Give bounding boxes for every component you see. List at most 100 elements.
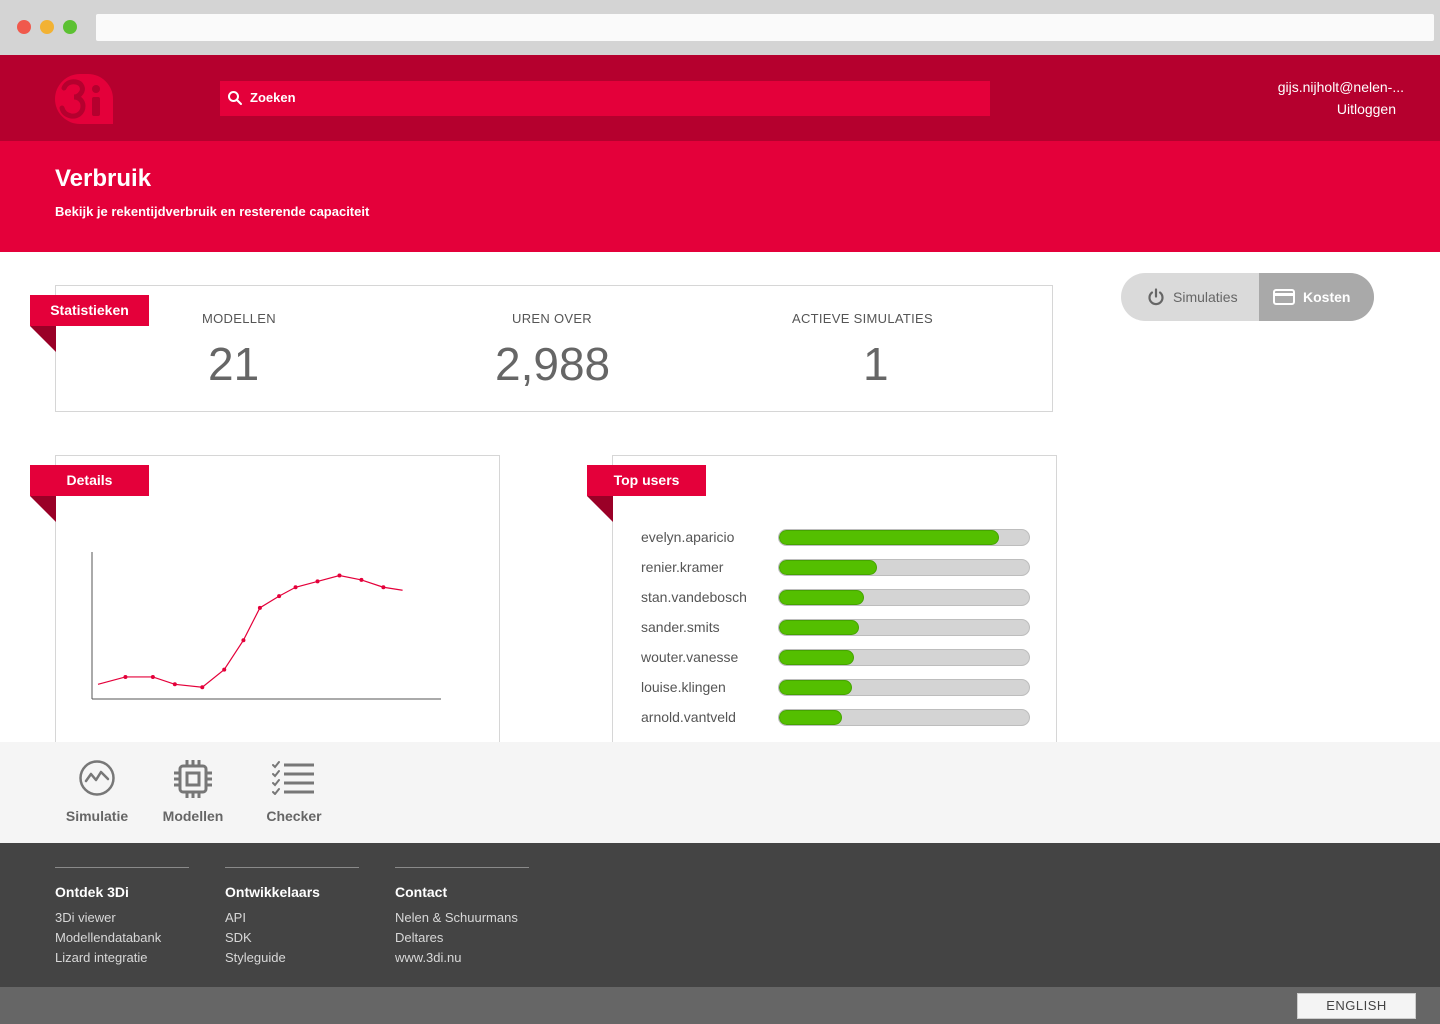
top-user-row: evelyn.aparicio xyxy=(641,528,1041,548)
usage-progress-bar xyxy=(778,679,1030,696)
app-checker[interactable]: Checker xyxy=(249,742,339,843)
usage-line-chart xyxy=(91,552,441,700)
ribbon-fold xyxy=(30,496,56,522)
toggle-simulaties[interactable]: Simulaties xyxy=(1121,273,1259,321)
3di-logo[interactable] xyxy=(55,74,113,124)
top-user-name: wouter.vanesse xyxy=(641,649,739,665)
page-subtitle: Bekijk je rekentijdverbruik en resterend… xyxy=(55,204,370,219)
language-switch-button[interactable]: ENGLISH xyxy=(1297,993,1416,1019)
ribbon-fold xyxy=(587,496,613,522)
top-user-name: stan.vandebosch xyxy=(641,589,747,605)
toggle-simulaties-label: Simulaties xyxy=(1173,289,1238,305)
usage-series-line xyxy=(97,574,403,688)
footer-column-title: Ontdek 3Di xyxy=(55,884,129,900)
usage-data-point xyxy=(241,638,246,643)
usage-progress-bar xyxy=(778,559,1030,576)
usage-data-point xyxy=(277,594,282,599)
top-header: Zoeken gijs.nijholt@nelen-... Uitloggen xyxy=(0,55,1440,141)
simulation-icon xyxy=(79,760,115,796)
maximize-window-button[interactable] xyxy=(63,20,77,34)
app-simulatie[interactable]: Simulatie xyxy=(52,742,142,843)
footer-column-developers: Ontwikkelaars API SDK Styleguide xyxy=(225,867,359,965)
ribbon-fold xyxy=(30,326,56,352)
app-modellen-label: Modellen xyxy=(162,808,224,824)
search-input[interactable]: Zoeken xyxy=(220,81,990,116)
usage-data-point xyxy=(293,585,298,590)
usage-progress-fill xyxy=(779,680,852,695)
browser-chrome xyxy=(0,0,1440,55)
power-icon xyxy=(1148,288,1164,306)
usage-progress-fill xyxy=(779,590,864,605)
usage-data-point xyxy=(200,685,205,690)
toggle-kosten[interactable]: Kosten xyxy=(1259,273,1374,321)
footer-link[interactable]: SDK xyxy=(225,930,359,945)
usage-data-point xyxy=(172,682,177,687)
stat-value-hours: 2,988 xyxy=(495,338,611,390)
top-user-row: sander.smits xyxy=(641,618,1041,638)
usage-progress-bar xyxy=(778,529,1030,546)
close-window-button[interactable] xyxy=(17,20,31,34)
top-user-row: renier.kramer xyxy=(641,558,1041,578)
usage-data-point xyxy=(150,674,155,679)
search-placeholder: Zoeken xyxy=(250,90,296,105)
user-email: gijs.nijholt@nelen-... xyxy=(1277,79,1404,95)
footer: Ontdek 3Di 3Di viewer Modellendatabank L… xyxy=(0,843,1440,987)
usage-data-point xyxy=(315,579,320,584)
footer-link[interactable]: Modellendatabank xyxy=(55,930,189,945)
top-user-name: sander.smits xyxy=(641,619,720,635)
footer-link[interactable]: Lizard integratie xyxy=(55,950,189,965)
footer-column-title: Contact xyxy=(395,884,448,900)
footer-link[interactable]: API xyxy=(225,910,359,925)
usage-data-point xyxy=(123,674,128,679)
search-icon xyxy=(228,91,242,105)
page-title: Verbruik xyxy=(55,165,152,192)
usage-data-point xyxy=(257,605,262,610)
usage-data-point xyxy=(222,667,227,672)
bottom-bar: ENGLISH xyxy=(0,987,1440,1024)
footer-column-contact: Contact Nelen & Schuurmans Deltares www.… xyxy=(395,867,529,965)
statistics-ribbon: Statistieken xyxy=(30,295,149,326)
footer-link[interactable]: 3Di viewer xyxy=(55,910,189,925)
view-toggle: Simulaties Kosten xyxy=(1121,273,1374,321)
usage-progress-bar xyxy=(778,709,1030,726)
stat-value-active-simulations: 1 xyxy=(863,338,889,390)
toggle-kosten-label: Kosten xyxy=(1303,289,1351,305)
footer-column-discover: Ontdek 3Di 3Di viewer Modellendatabank L… xyxy=(55,867,189,965)
credit-card-icon xyxy=(1273,289,1295,305)
chip-icon xyxy=(174,760,212,798)
footer-link[interactable]: www.3di.nu xyxy=(395,950,529,965)
top-user-name: renier.kramer xyxy=(641,559,724,575)
minimize-window-button[interactable] xyxy=(40,20,54,34)
page-hero: Verbruik Bekijk je rekentijdverbruik en … xyxy=(0,141,1440,252)
usage-progress-fill xyxy=(779,650,854,665)
usage-progress-fill xyxy=(779,560,877,575)
usage-progress-bar xyxy=(778,649,1030,666)
app-bar: Simulatie Modellen Checker xyxy=(0,742,1440,843)
stat-value-models: 21 xyxy=(208,338,260,390)
top-user-name: arnold.vantveld xyxy=(641,709,736,725)
footer-link[interactable]: Deltares xyxy=(395,930,529,945)
usage-data-point xyxy=(381,585,386,590)
usage-data-point xyxy=(359,577,364,582)
footer-link[interactable]: Styleguide xyxy=(225,950,359,965)
stat-label-models: MODELLEN xyxy=(202,311,276,326)
top-user-row: wouter.vanesse xyxy=(641,648,1041,668)
logout-link[interactable]: Uitloggen xyxy=(1337,101,1396,117)
usage-progress-bar xyxy=(778,619,1030,636)
app-modellen[interactable]: Modellen xyxy=(148,742,238,843)
usage-progress-bar xyxy=(778,589,1030,606)
usage-progress-fill xyxy=(779,710,842,725)
top-user-row: arnold.vantveld xyxy=(641,708,1041,728)
top-user-row: stan.vandebosch xyxy=(641,588,1041,608)
usage-progress-fill xyxy=(779,530,999,545)
app-checker-label: Checker xyxy=(266,808,322,824)
top-users-ribbon: Top users xyxy=(587,465,706,496)
stat-label-hours: UREN OVER xyxy=(512,311,592,326)
app-simulatie-label: Simulatie xyxy=(65,808,129,824)
top-user-row: louise.klingen xyxy=(641,678,1041,698)
top-user-name: evelyn.aparicio xyxy=(641,529,735,545)
address-bar[interactable] xyxy=(96,14,1434,41)
stat-label-active-simulations: ACTIEVE SIMULATIES xyxy=(792,311,933,326)
usage-progress-fill xyxy=(779,620,859,635)
footer-link[interactable]: Nelen & Schuurmans xyxy=(395,910,529,925)
